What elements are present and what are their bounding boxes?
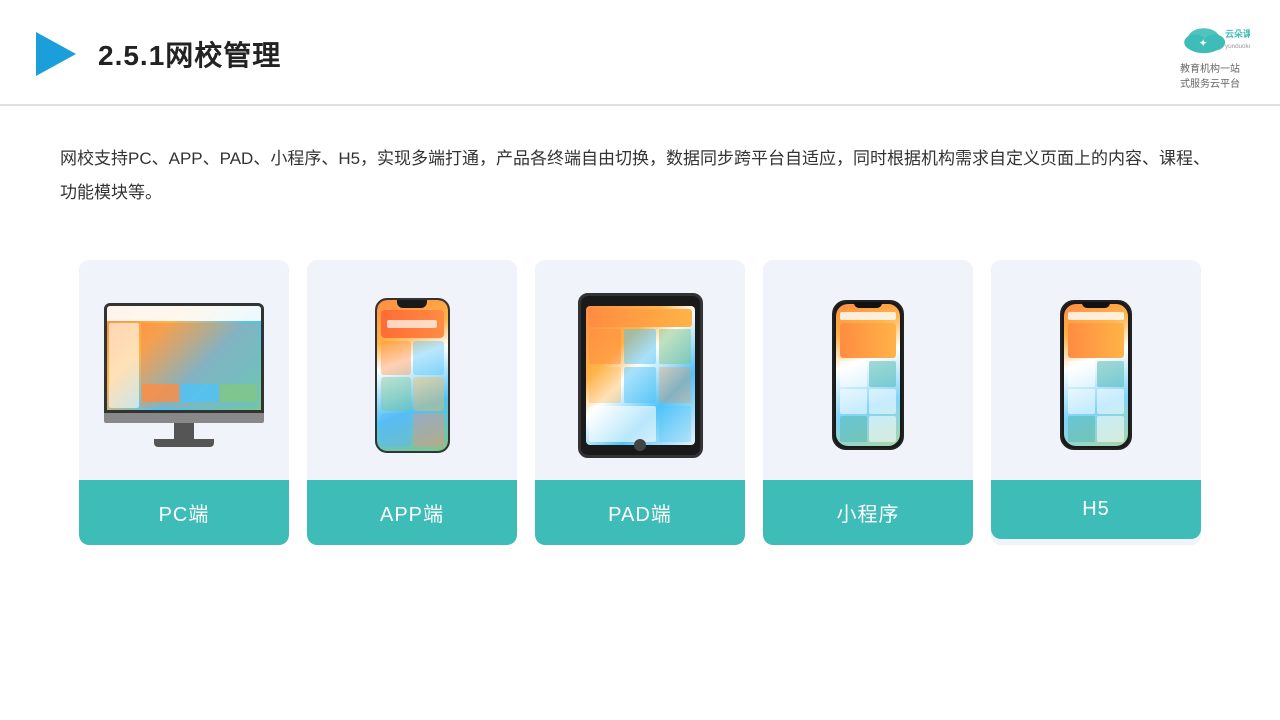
description-block: 网校支持PC、APP、PAD、小程序、H5，实现多端打通，产品各终端自由切换，数…: [0, 106, 1280, 230]
svg-text:✦: ✦: [1199, 38, 1207, 48]
card-pc-image: [79, 260, 289, 480]
description-text: 网校支持PC、APP、PAD、小程序、H5，实现多端打通，产品各终端自由切换，数…: [60, 142, 1220, 210]
card-h5: H5: [991, 260, 1201, 545]
header-left: 2.5.1网校管理: [30, 28, 281, 80]
brand-play-icon: [30, 28, 82, 80]
card-h5-image: [991, 260, 1201, 480]
card-app: APP端: [307, 260, 517, 545]
card-pc: PC端: [79, 260, 289, 545]
svg-text:yunduoketang.com: yunduoketang.com: [1225, 43, 1250, 50]
h5-phone-icon: [1060, 300, 1132, 450]
card-miniprogram: 小程序: [763, 260, 973, 545]
header: 2.5.1网校管理 ✦ 云朵课堂 yunduoketang.com 教育机构一站…: [0, 0, 1280, 106]
card-app-label: APP端: [307, 480, 517, 545]
logo-tagline2: 式服务云平台: [1180, 75, 1240, 90]
card-pad-image: [535, 260, 745, 480]
card-app-image: [307, 260, 517, 480]
app-phone-icon: [375, 298, 450, 453]
card-pad-label: PAD端: [535, 480, 745, 545]
logo-area: ✦ 云朵课堂 yunduoketang.com 教育机构一站 式服务云平台: [1170, 18, 1250, 90]
pad-tablet-icon: [578, 293, 703, 458]
card-pad: PAD端: [535, 260, 745, 545]
page-title: 2.5.1网校管理: [98, 34, 281, 74]
cards-container: PC端: [0, 240, 1280, 575]
svg-text:云朵课堂: 云朵课堂: [1225, 28, 1250, 39]
card-h5-label: H5: [991, 480, 1201, 539]
logo-tagline1: 教育机构一站: [1180, 60, 1240, 75]
card-miniprogram-label: 小程序: [763, 480, 973, 545]
card-pc-label: PC端: [79, 480, 289, 545]
yunduoketang-logo: ✦ 云朵课堂 yunduoketang.com: [1170, 18, 1250, 58]
card-miniprogram-image: [763, 260, 973, 480]
pc-monitor-icon: [104, 303, 264, 447]
miniprogram-phone-icon: [832, 300, 904, 450]
